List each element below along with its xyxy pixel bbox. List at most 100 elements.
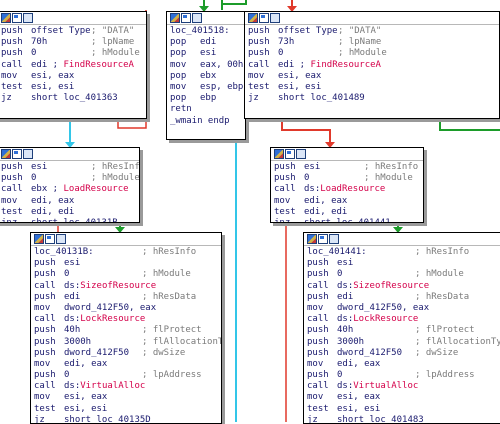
disassembly-line[interactable]: push 0 ; hModule	[1, 48, 146, 59]
api-call-name[interactable]: FindResourceA	[311, 60, 381, 70]
disassembly-line[interactable]: test edi, edi	[274, 207, 423, 218]
graph-mode-icon[interactable]	[12, 13, 22, 23]
disassembly-line[interactable]: push offset Type; "DATA"	[248, 26, 499, 37]
disassembly-line[interactable]: push 3000h ; flAllocationType	[34, 337, 221, 348]
disassembly-line[interactable]: push 0 ; hModule	[274, 173, 423, 184]
disassembly-line[interactable]: push 0 ; hModule	[1, 173, 139, 184]
block-find-resource-2[interactable]: push offset Type; "DATA" push 73h; lpName pu…	[244, 11, 500, 119]
color-palette-icon[interactable]	[1, 149, 11, 159]
disassembly-line[interactable]: push 3000h ; flAllocationType	[307, 337, 500, 348]
block-alloc-1[interactable]: loc_40131B:; hResInfo push esi push 0; hModu…	[30, 232, 222, 424]
text-mode-icon[interactable]	[23, 149, 33, 159]
disassembly-line[interactable]: test esi, esi	[1, 82, 146, 93]
disassembly-line[interactable]: mov esi, eax	[248, 71, 499, 82]
api-call-name[interactable]: SizeofResource	[80, 281, 156, 291]
disassembly-line[interactable]: call ds:LoadResource	[274, 184, 423, 195]
disassembly-line[interactable]: call ds:LockResource	[307, 314, 500, 325]
disassembly-line[interactable]: push 0 ; lpAddress	[34, 370, 221, 381]
api-call-name[interactable]: LockResource	[353, 314, 418, 324]
disassembly-line[interactable]: call ds:SizeofResource	[34, 281, 221, 292]
block-load-resource-2[interactable]: push esi ; hResInfo push 0 ; hModule call ds:Lo…	[270, 147, 424, 223]
api-call-name[interactable]: LoadResource	[320, 184, 385, 194]
disassembly-line[interactable]: mov eax, 00h	[170, 60, 245, 71]
disassembly-line[interactable]: push esi	[34, 258, 221, 269]
graph-mode-icon[interactable]	[259, 13, 269, 23]
disassembly-line[interactable]: push esi ; hResInfo	[1, 162, 139, 173]
color-palette-icon[interactable]	[307, 234, 317, 244]
disassembly-line[interactable]: _wmain endp	[170, 116, 245, 127]
disassembly-line[interactable]: call ds:VirtualAlloc	[307, 381, 500, 392]
text-mode-icon[interactable]	[270, 13, 280, 23]
disassembly-line[interactable]: push edi ; hResData	[34, 292, 221, 303]
disassembly-line[interactable]: mov esp, ebp	[170, 82, 245, 93]
text-mode-icon[interactable]	[329, 234, 339, 244]
disassembly-line[interactable]: mov dword_412F50, eax	[307, 303, 500, 314]
block-find-resource-1[interactable]: push offset Type; "DATA" push 70h; lpName pu…	[0, 11, 147, 119]
disassembly-line[interactable]: call ds:SizeofResource	[307, 281, 500, 292]
color-palette-icon[interactable]	[34, 234, 44, 244]
disassembly-line[interactable]: call ebx ; LoadResource	[1, 184, 139, 195]
disassembly-line[interactable]: push 70h ; lpName	[1, 37, 146, 48]
color-palette-icon[interactable]	[170, 13, 180, 23]
api-call-name[interactable]: VirtualAlloc	[353, 381, 418, 391]
disassembly-line[interactable]: loc_40131B: ; hResInfo	[34, 247, 221, 258]
disassembly-line[interactable]: mov dword_412F50, eax	[34, 303, 221, 314]
disassembly-line[interactable]: jnz short loc_401441	[274, 218, 423, 222]
disassembly-line[interactable]: mov esi, eax	[34, 392, 221, 403]
text-mode-icon[interactable]	[192, 13, 202, 23]
disassembly-line[interactable]: push dword_412F50 ; dwSize	[34, 348, 221, 359]
disassembly-line[interactable]: pop edi	[170, 37, 245, 48]
graph-mode-icon[interactable]	[181, 13, 191, 23]
disassembly-line[interactable]: call edi ; FindResourceA	[1, 60, 146, 71]
disassembly-line[interactable]: call edi ; FindResourceA	[248, 60, 499, 71]
disassembly-line[interactable]: jnz short loc_40131B	[1, 218, 139, 222]
disassembly-line[interactable]: jz short loc_401483	[307, 415, 500, 423]
api-call-name[interactable]: LockResource	[80, 314, 145, 324]
graph-mode-icon[interactable]	[285, 149, 295, 159]
graph-mode-icon[interactable]	[12, 149, 22, 159]
disassembly-line[interactable]: push esi	[307, 258, 500, 269]
block-load-resource-1[interactable]: push esi ; hResInfo push 0 ; hModule call ebx ;…	[0, 147, 140, 223]
disassembly-line[interactable]: push 0 ; lpAddress	[307, 370, 500, 381]
disassembly-line[interactable]: loc_401441: ; hResInfo	[307, 247, 500, 258]
color-palette-icon[interactable]	[274, 149, 284, 159]
ida-graph-view[interactable]: push offset Type; "DATA" push 70h; lpName pu…	[0, 0, 500, 424]
disassembly-line[interactable]: push esi ; hResInfo	[274, 162, 423, 173]
block-main-epilogue[interactable]: loc_401518: pop edi pop esi mov eax, 00h pop ebx…	[166, 11, 246, 140]
disassembly-line[interactable]: jz short loc_401363	[1, 93, 146, 104]
disassembly-line[interactable]: retn	[170, 104, 245, 115]
disassembly-line[interactable]: loc_401518:	[170, 26, 245, 37]
disassembly-line[interactable]: mov edi, eax	[274, 196, 423, 207]
disassembly-line[interactable]: pop esi	[170, 48, 245, 59]
text-mode-icon[interactable]	[296, 149, 306, 159]
disassembly-line[interactable]: test edi, edi	[1, 207, 139, 218]
disassembly-line[interactable]: push edi ; hResData	[307, 292, 500, 303]
color-palette-icon[interactable]	[1, 13, 11, 23]
disassembly-line[interactable]: mov edi, eax	[34, 359, 221, 370]
block-alloc-2[interactable]: loc_401441:; hResInfo push esi push 0; hModu…	[303, 232, 500, 424]
disassembly-line[interactable]: push 0 ; hModule	[248, 48, 499, 59]
disassembly-line[interactable]: test esi, esi	[248, 82, 499, 93]
api-call-name[interactable]: SizeofResource	[353, 281, 429, 291]
disassembly-line[interactable]: push dword_412F50 ; dwSize	[307, 348, 500, 359]
disassembly-line[interactable]: mov edi, eax	[1, 196, 139, 207]
color-palette-icon[interactable]	[248, 13, 258, 23]
disassembly-line[interactable]: push 73h ; lpName	[248, 37, 499, 48]
disassembly-line[interactable]: jz short loc_40135D	[34, 415, 221, 423]
graph-mode-icon[interactable]	[318, 234, 328, 244]
api-call-name[interactable]: VirtualAlloc	[80, 381, 145, 391]
disassembly-line[interactable]: jz short loc_401489	[248, 93, 499, 104]
disassembly-line[interactable]: push 0 ; hModule	[307, 269, 500, 280]
disassembly-line[interactable]: test esi, esi	[34, 404, 221, 415]
disassembly-line[interactable]: push 0 ; hModule	[34, 269, 221, 280]
disassembly-line[interactable]: test esi, esi	[307, 404, 500, 415]
text-mode-icon[interactable]	[56, 234, 66, 244]
disassembly-line[interactable]: push offset Type; "DATA"	[1, 26, 146, 37]
text-mode-icon[interactable]	[23, 13, 33, 23]
disassembly-line[interactable]: call ds:VirtualAlloc	[34, 381, 221, 392]
disassembly-line[interactable]: call ds:LockResource	[34, 314, 221, 325]
disassembly-line[interactable]: push 40h ; flProtect	[34, 325, 221, 336]
api-call-name[interactable]: LoadResource	[64, 184, 129, 194]
graph-mode-icon[interactable]	[45, 234, 55, 244]
disassembly-line[interactable]: mov esi, eax	[1, 71, 146, 82]
